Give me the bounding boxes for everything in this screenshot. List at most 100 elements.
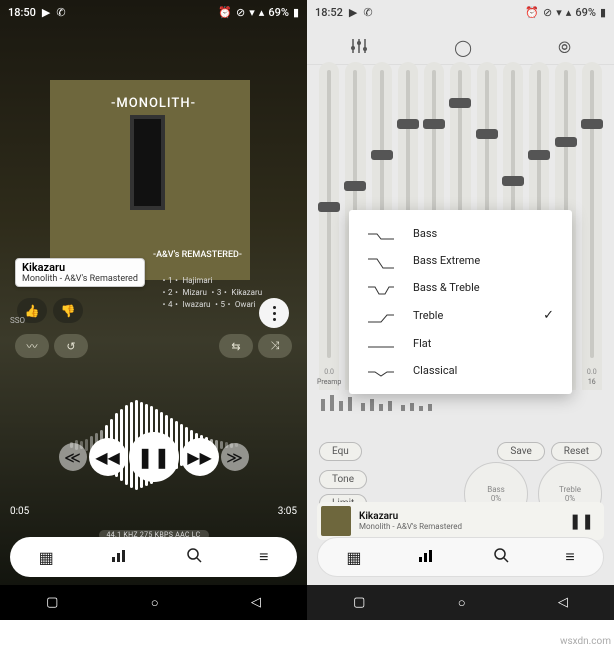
eq-slider-label: 16 (588, 378, 596, 386)
bottom-nav: ▦ ≡ (10, 537, 297, 577)
wifi-icon: ▾ (249, 6, 255, 19)
visualizer-button[interactable]: 〰 (15, 334, 49, 358)
bass-knob-label: Bass (487, 485, 505, 494)
thumbs-up-icon: 👍 (25, 304, 40, 318)
next-button[interactable]: ▶▶ (181, 438, 219, 476)
search-tab[interactable] (493, 547, 509, 567)
battery-icon: ▮ (600, 6, 606, 19)
home-button[interactable]: ○ (458, 595, 466, 611)
search-tab[interactable] (186, 547, 202, 567)
status-bar: 18:50 ▶ ✆ ⏰ ⊘ ▾ ▴ 69% ▮ (0, 0, 307, 25)
preset-label: Classical (413, 364, 554, 377)
status-bar: 18:52 ▶ ✆ ⏰ ⊘ ▾ ▴ 69% ▮ (307, 0, 614, 25)
eq-slider-value: 0.0 (587, 368, 597, 376)
skip-back-icon: ≪ (64, 448, 81, 467)
spectrum-display (321, 395, 432, 411)
equalizer-tab[interactable] (418, 548, 436, 567)
dnd-icon: ⊘ (236, 6, 245, 19)
signal-icon: ▴ (259, 6, 265, 19)
thumbs-down-button[interactable]: 👎 (53, 298, 83, 323)
preset-bass-treble[interactable]: Bass & Treble (349, 274, 572, 301)
wave-icon: 〰 (27, 338, 38, 354)
signal-icon: ▴ (566, 6, 572, 19)
back-button[interactable]: ◁ (251, 595, 261, 610)
preset-bass[interactable]: Bass (349, 220, 572, 247)
sso-label: SSO (10, 316, 25, 325)
track-tooltip: Kikazaru Monolith - A&V's Remastered (15, 258, 145, 287)
eq-slider-value: 0.0 (324, 368, 334, 376)
battery-text: 69% (575, 6, 596, 19)
total-time: 3:05 (278, 506, 297, 517)
repeat-button[interactable]: ⇆ (219, 334, 253, 358)
play-pause-button[interactable]: ❚❚ (129, 432, 179, 482)
preset-curve-icon (367, 228, 395, 240)
equalizer-screen: 18:52 ▶ ✆ ⏰ ⊘ ▾ ▴ 69% ▮ ◯ ⦾ Preamp0.0313… (307, 0, 614, 620)
dnd-icon: ⊘ (543, 6, 552, 19)
bottom-nav: ▦ ≡ (317, 537, 604, 577)
equ-toggle[interactable]: Equ (319, 442, 362, 461)
tone-toggle[interactable]: Tone (319, 470, 367, 489)
preset-label: Flat (413, 337, 554, 350)
preset-label: Bass (413, 227, 554, 240)
sliders-tab[interactable] (350, 38, 368, 58)
preset-treble[interactable]: Treble✓ (349, 301, 572, 330)
preset-menu: Bass Bass Extreme Bass & Treble Treble✓ Flat… (349, 210, 572, 394)
system-nav: ▢ ○ ◁ (307, 585, 614, 620)
treble-knob-label: Treble (559, 485, 581, 494)
status-time: 18:52 (315, 6, 343, 19)
previous-button[interactable]: ◀◀ (89, 438, 127, 476)
battery-icon: ▮ (293, 6, 299, 19)
now-playing-title: Kikazaru (359, 511, 561, 522)
sleep-timer-button[interactable]: ↺ (54, 334, 88, 358)
tooltip-title: Kikazaru (22, 261, 138, 274)
shuffle-button[interactable]: ⤨ (258, 334, 292, 358)
queue-tab[interactable]: ≡ (259, 547, 268, 567)
queue-tab[interactable]: ≡ (565, 547, 574, 567)
alarm-icon: ⏰ (525, 6, 539, 19)
eq-slider-preamp[interactable]: Preamp 0.0 (319, 62, 339, 390)
system-nav: ▢ ○ ◁ (0, 585, 307, 620)
balance-tab[interactable]: ◯ (454, 38, 472, 58)
seek-end-button[interactable]: ≫ (221, 443, 249, 471)
skip-forward-icon: ≫ (226, 448, 243, 467)
now-playing-subtitle: Monolith - A&V's Remastered (359, 522, 561, 531)
save-button[interactable]: Save (497, 442, 544, 461)
seek-start-button[interactable]: ≪ (59, 443, 87, 471)
preset-label: Treble (413, 309, 525, 322)
shuffle-icon: ⤨ (271, 339, 280, 353)
preset-curve-icon (367, 365, 395, 377)
forward-icon: ▶▶ (187, 448, 212, 467)
repeat-icon: ⇆ (231, 340, 240, 353)
library-tab[interactable]: ▦ (39, 548, 54, 567)
equalizer-tab[interactable] (111, 548, 129, 567)
album-title: -MONOLITH- (0, 96, 307, 111)
play-indicator-icon: ▶ (349, 6, 357, 19)
eq-mode-tabs: ◯ ⦾ (307, 32, 614, 65)
reverb-tab[interactable]: ⦾ (558, 38, 571, 58)
preset-classical[interactable]: Classical (349, 357, 572, 384)
clock-icon: ↺ (66, 340, 75, 353)
more-menu-button[interactable] (259, 298, 289, 328)
tooltip-subtitle: Monolith - A&V's Remastered (22, 274, 138, 284)
preset-label: Bass Extreme (413, 254, 554, 267)
home-button[interactable]: ○ (151, 595, 159, 611)
eq-slider-16[interactable]: 160.0 (582, 62, 602, 390)
reset-button[interactable]: Reset (551, 442, 602, 461)
back-button[interactable]: ◁ (558, 595, 568, 610)
preset-label: Bass & Treble (413, 281, 554, 294)
elapsed-time: 0:05 (10, 506, 29, 517)
recent-apps-button[interactable]: ▢ (46, 595, 58, 610)
library-tab[interactable]: ▦ (346, 548, 361, 567)
now-playing-art (321, 506, 351, 536)
player-screen: 18:50 ▶ ✆ ⏰ ⊘ ▾ ▴ 69% ▮ -MONOLITH- -A&V'… (0, 0, 307, 620)
playback-controls: ≪ ◀◀ ❚❚ ▶▶ ≫ (0, 432, 307, 482)
mini-pause-button[interactable]: ❚❚ (569, 512, 600, 530)
eq-slider-label: Preamp (317, 378, 341, 386)
recent-apps-button[interactable]: ▢ (353, 595, 365, 610)
now-playing-bar[interactable]: Kikazaru Monolith - A&V's Remastered ❚❚ (317, 502, 604, 540)
pause-icon: ❚❚ (137, 445, 171, 469)
album-subtitle: -A&V's REMASTERED- (153, 250, 242, 260)
preset-flat[interactable]: Flat (349, 330, 572, 357)
alarm-icon: ⏰ (218, 6, 232, 19)
preset-bass-extreme[interactable]: Bass Extreme (349, 247, 572, 274)
